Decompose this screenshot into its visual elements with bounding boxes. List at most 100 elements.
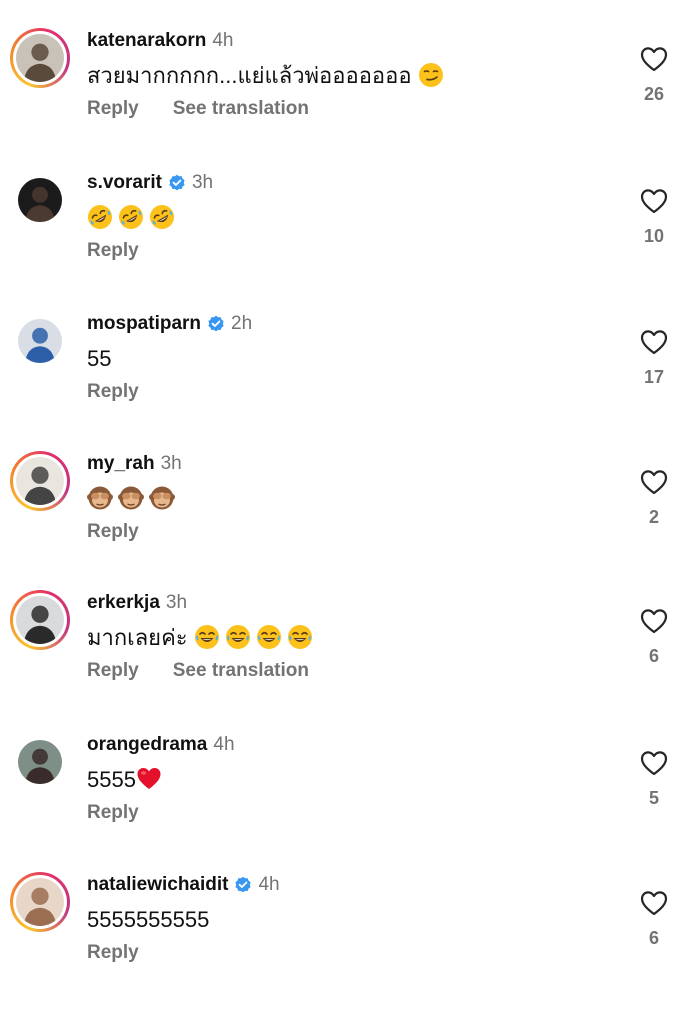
verified-badge-icon: [168, 174, 186, 192]
comment-actions: Reply: [87, 942, 173, 964]
username[interactable]: katenarakorn: [87, 30, 206, 52]
see-no-evil-emoji-icon: [87, 485, 113, 511]
heart-outline-icon[interactable]: [640, 188, 668, 214]
comment-item: my_rah 3h Reply 2: [0, 451, 700, 591]
red-heart-emoji-icon: [136, 766, 162, 792]
like-count: 6: [648, 928, 659, 948]
comment-text-content: 5555: [87, 767, 136, 792]
avatar-border: [13, 454, 67, 508]
comment-text: 55: [87, 344, 111, 374]
verified-badge-icon: [234, 876, 252, 894]
avatar-frame[interactable]: [10, 732, 70, 792]
comment-header: s.vorarit 3h: [87, 170, 213, 196]
avatar-border: [13, 31, 67, 85]
heart-outline-icon[interactable]: [640, 890, 668, 916]
avatar[interactable]: [16, 878, 64, 926]
comment-actions: Reply: [87, 381, 173, 403]
username[interactable]: nataliewichaidit: [87, 874, 228, 896]
comment-text: สวยมากกกกก...แย่แล้วพ่อออออออ: [87, 61, 449, 91]
like-count: 10: [643, 226, 665, 246]
comment-text-content: 55: [87, 346, 112, 371]
avatar[interactable]: [16, 596, 64, 644]
avatar[interactable]: [18, 740, 62, 784]
avatar[interactable]: [18, 178, 62, 222]
comment-item: orangedrama 4h 5555 Reply 5: [0, 732, 700, 872]
comment-header: nataliewichaidit 4h: [87, 872, 280, 898]
reply-button[interactable]: Reply: [87, 521, 139, 543]
comment-item: erkerkja 3h มากเลยค่ะ Reply See translation…: [0, 590, 700, 730]
comment-text: [87, 203, 180, 233]
avatar-border: [18, 319, 62, 363]
reply-button[interactable]: Reply: [87, 240, 139, 262]
comment-actions: Reply: [87, 240, 173, 262]
avatar-border: [18, 740, 62, 784]
heart-outline-icon[interactable]: [640, 750, 668, 776]
like-count: 6: [648, 646, 659, 666]
comment-actions: Reply: [87, 802, 173, 824]
reply-button[interactable]: Reply: [87, 381, 139, 403]
avatar-border: [18, 178, 62, 222]
comment-text-content: สวยมากกกกก...แย่แล้วพ่อออออออ: [87, 63, 418, 88]
verified-badge-icon: [207, 315, 225, 333]
joy-emoji-icon: [256, 624, 282, 650]
joy-emoji-icon: [225, 624, 251, 650]
comment-timestamp: 3h: [165, 592, 188, 613]
username[interactable]: s.vorarit: [87, 172, 162, 194]
avatar[interactable]: [16, 34, 64, 82]
comment-timestamp: 4h: [258, 874, 280, 895]
avatar[interactable]: [16, 457, 64, 505]
like-count: 2: [648, 507, 659, 527]
story-ring[interactable]: [10, 451, 70, 511]
reply-button[interactable]: Reply: [87, 660, 139, 682]
comment-text: 5555555555: [87, 905, 209, 935]
comment-header: orangedrama 4h: [87, 732, 235, 758]
avatar[interactable]: [18, 319, 62, 363]
like-area: 17: [630, 329, 678, 388]
rofl-emoji-icon: [118, 204, 144, 230]
comment-header: erkerkja 3h: [87, 590, 187, 616]
comment-text: [87, 484, 180, 514]
joy-emoji-icon: [287, 624, 313, 650]
username[interactable]: my_rah: [87, 453, 155, 475]
username[interactable]: erkerkja: [87, 592, 160, 614]
like-area: 2: [630, 469, 678, 528]
comment-item: s.vorarit 3h Reply 10: [0, 170, 700, 310]
comment-list: katenarakorn 4h สวยมากกกกก...แย่แล้วพ่ออออ…: [0, 0, 700, 989]
see-no-evil-emoji-icon: [118, 485, 144, 511]
avatar-border: [13, 875, 67, 929]
like-count: 17: [643, 367, 665, 387]
heart-outline-icon[interactable]: [640, 329, 668, 355]
comment-timestamp: 3h: [160, 453, 182, 474]
reply-button[interactable]: Reply: [87, 942, 139, 964]
smirk-emoji-icon: [418, 62, 444, 88]
heart-outline-icon[interactable]: [640, 608, 668, 634]
see-translation-button[interactable]: See translation: [173, 660, 309, 682]
story-ring[interactable]: [10, 28, 70, 88]
avatar-frame[interactable]: [10, 311, 70, 371]
see-no-evil-emoji-icon: [149, 485, 175, 511]
username[interactable]: orangedrama: [87, 734, 207, 756]
username[interactable]: mospatiparn: [87, 313, 201, 335]
rofl-emoji-icon: [149, 204, 175, 230]
comment-actions: Reply See translation: [87, 98, 343, 120]
comment-timestamp: 4h: [213, 734, 235, 755]
like-area: 10: [630, 188, 678, 247]
see-translation-button[interactable]: See translation: [173, 98, 309, 120]
story-ring[interactable]: [10, 872, 70, 932]
comment-actions: Reply: [87, 521, 173, 543]
comment-header: mospatiparn 2h: [87, 311, 252, 337]
heart-outline-icon[interactable]: [640, 469, 668, 495]
comment-item: nataliewichaidit 4h 5555555555 Reply 6: [0, 872, 700, 1012]
comment-text-content: 5555555555: [87, 907, 210, 932]
comment-timestamp: 3h: [191, 172, 214, 193]
joy-emoji-icon: [194, 624, 220, 650]
avatar-frame[interactable]: [10, 170, 70, 230]
reply-button[interactable]: Reply: [87, 98, 139, 120]
like-count: 26: [643, 84, 665, 104]
comment-header: katenarakorn 4h: [87, 28, 233, 54]
like-area: 6: [630, 608, 678, 667]
reply-button[interactable]: Reply: [87, 802, 139, 824]
story-ring[interactable]: [10, 590, 70, 650]
heart-outline-icon[interactable]: [640, 46, 668, 72]
comment-header: my_rah 3h: [87, 451, 182, 477]
